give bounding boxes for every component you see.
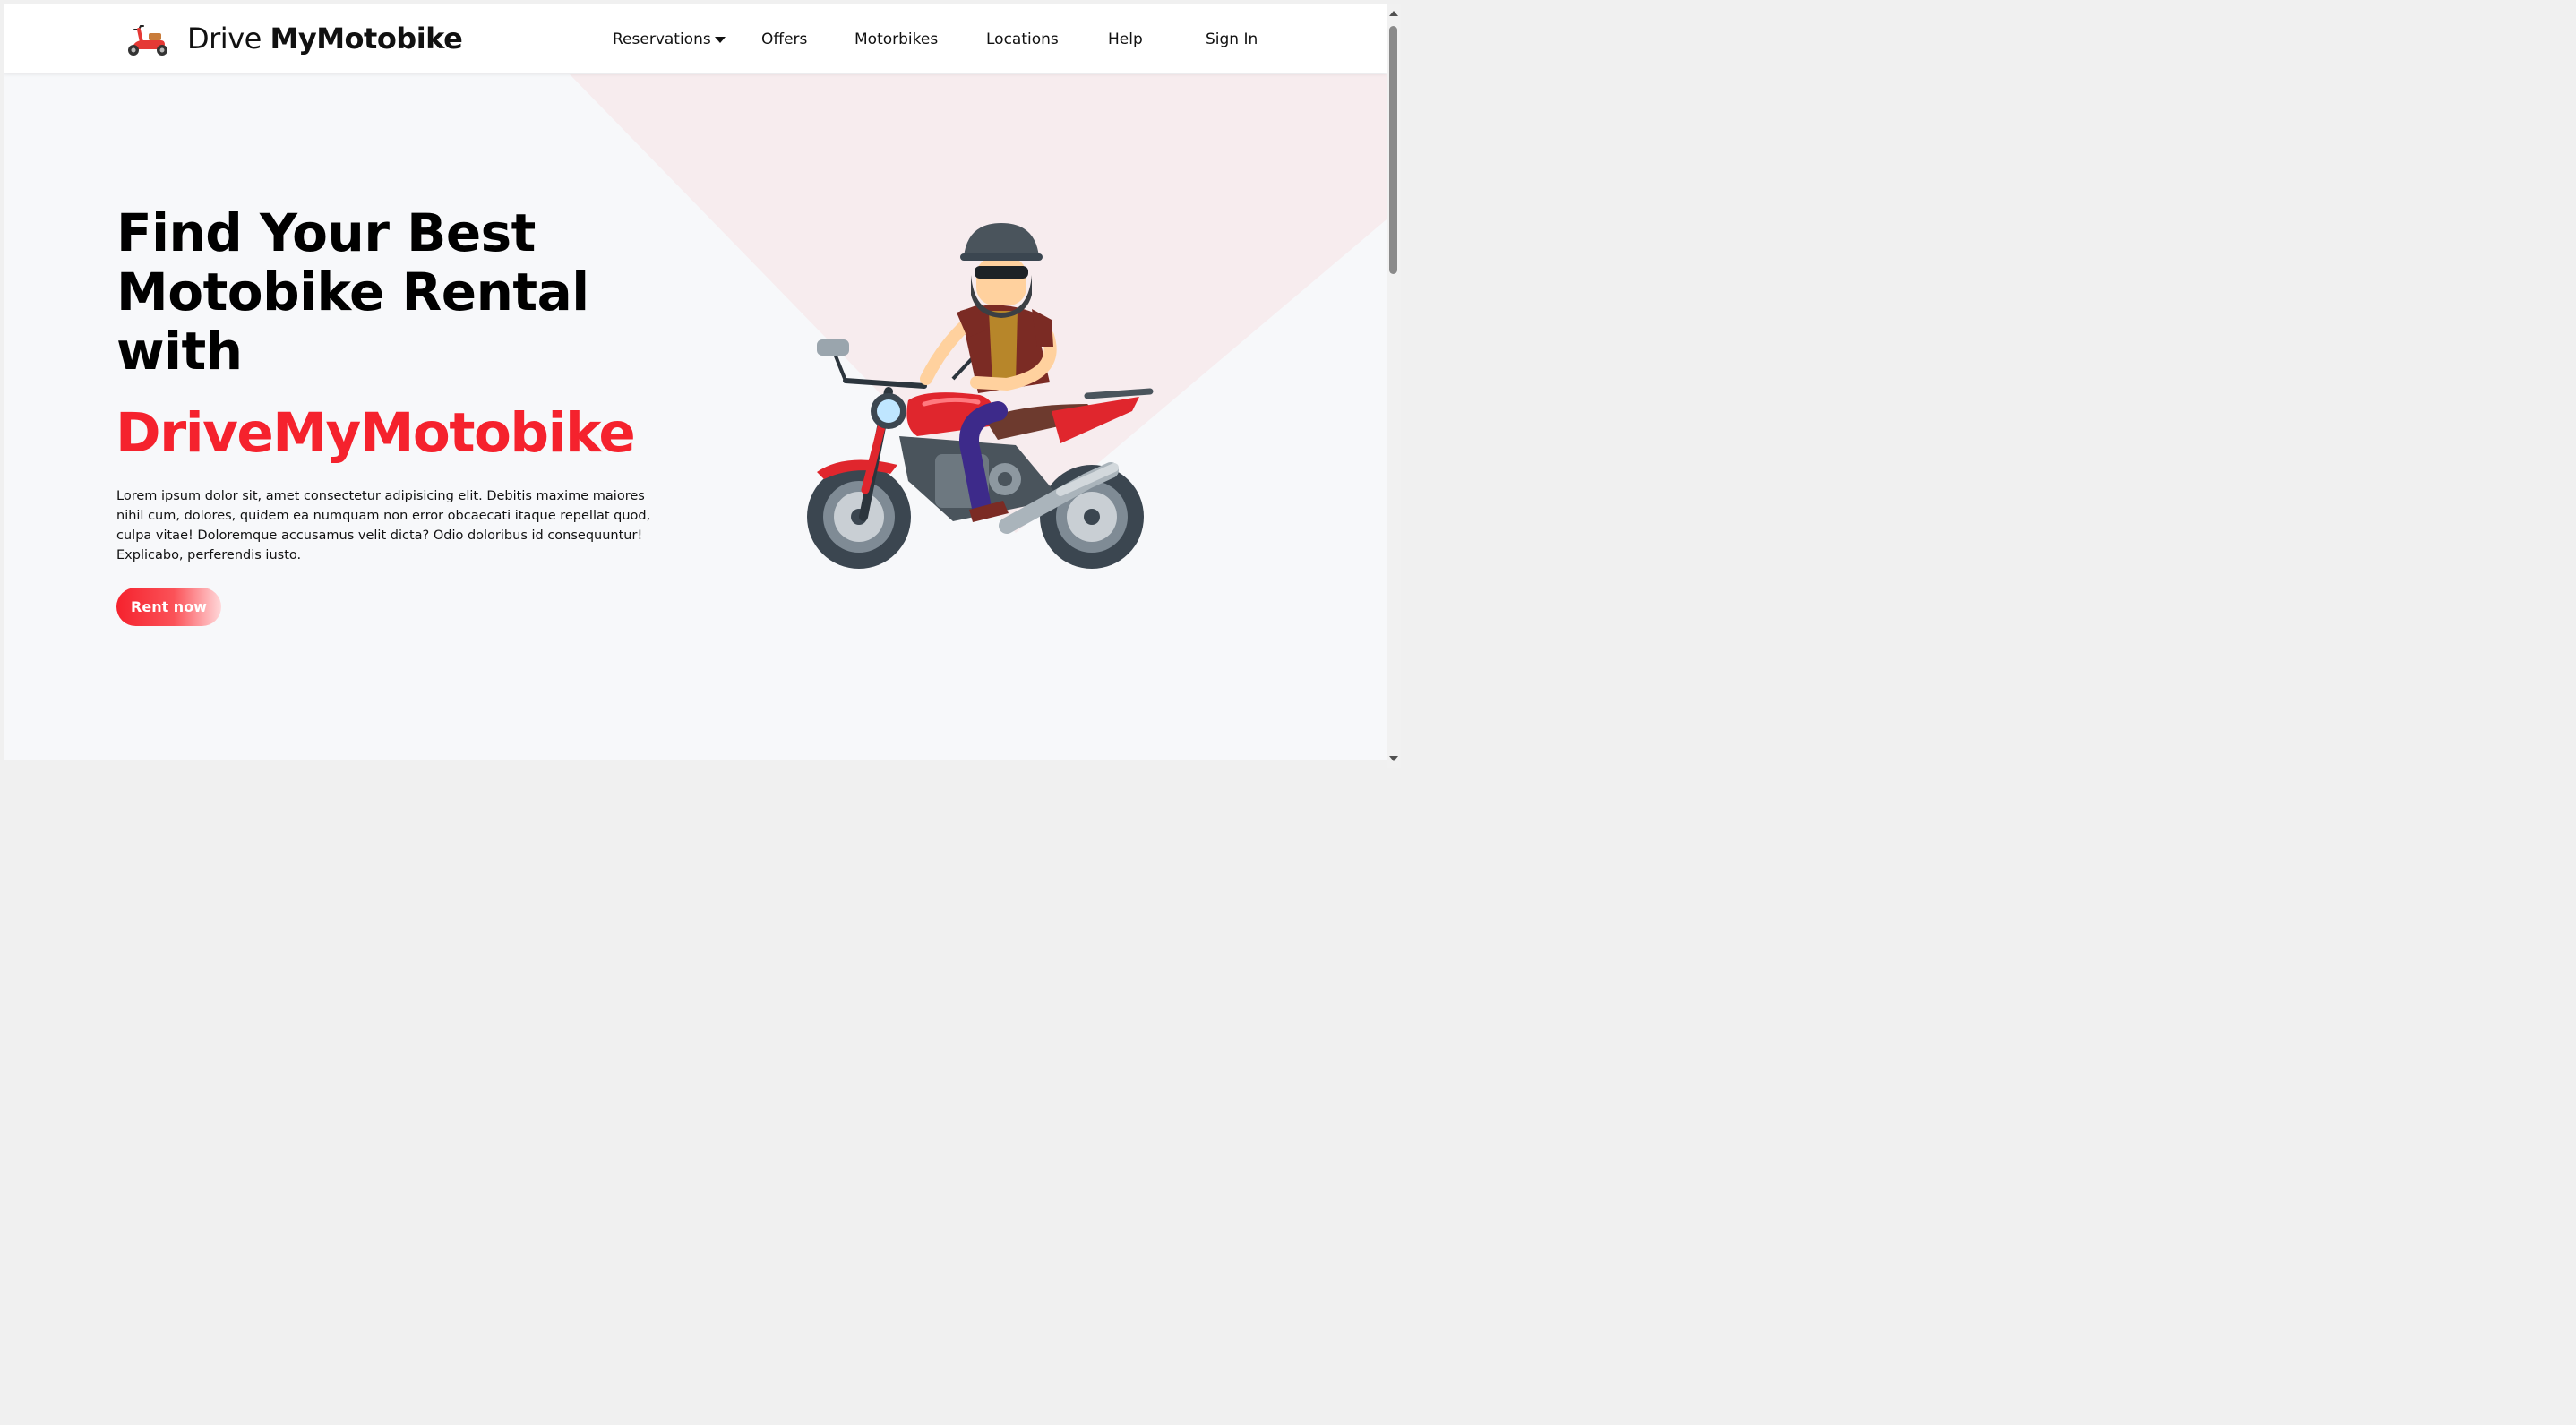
hero-brand-name: DriveMyMotobike xyxy=(116,401,636,465)
nav-offers[interactable]: Offers xyxy=(761,28,807,51)
caret-down-icon xyxy=(714,36,726,43)
hero-title: Find Your Best Motobike Rental with xyxy=(116,202,589,382)
nav-reservations-label: Reservations xyxy=(613,30,711,48)
nav-reservations[interactable]: Reservations xyxy=(613,28,726,51)
hero-description: Lorem ipsum dolor sit, amet consectetur … xyxy=(116,489,651,562)
vertical-scrollbar[interactable] xyxy=(1387,4,1401,768)
browser-viewport: Drive MyMotobike Reservations Offers Mot… xyxy=(4,4,1387,760)
site-header: Drive MyMotobike Reservations Offers Mot… xyxy=(4,4,1387,73)
brand-light: Drive xyxy=(187,21,270,56)
scooter-icon[interactable] xyxy=(122,22,172,58)
scrollbar-thumb[interactable] xyxy=(1389,26,1397,274)
scroll-up-arrow-icon[interactable] xyxy=(1389,11,1398,16)
motorbike-rider-illustration xyxy=(807,223,1154,569)
nav-locations[interactable]: Locations xyxy=(986,28,1059,51)
scroll-down-arrow-icon[interactable] xyxy=(1389,756,1398,761)
nav-motorbikes[interactable]: Motorbikes xyxy=(854,28,938,51)
nav-help[interactable]: Help xyxy=(1108,28,1143,51)
background-shape xyxy=(570,74,1387,533)
nav-sign-in[interactable]: Sign In xyxy=(1206,28,1258,51)
brand-bold: MyMotobike xyxy=(270,21,463,56)
rent-now-button[interactable]: Rent now xyxy=(116,588,221,626)
brand-logo-text[interactable]: Drive MyMotobike xyxy=(187,20,463,57)
